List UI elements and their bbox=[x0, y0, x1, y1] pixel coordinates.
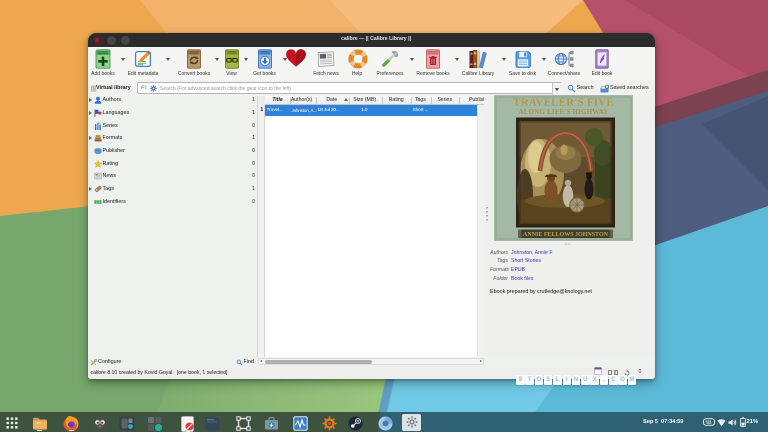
svg-text:ALONG LIFE'S HIGHWAY: ALONG LIFE'S HIGHWAY bbox=[518, 108, 608, 116]
svg-text:ANNIE FELLOWS JOHNSTON: ANNIE FELLOWS JOHNSTON bbox=[523, 232, 609, 238]
svg-text:TRAVELER'S FIVE: TRAVELER'S FIVE bbox=[513, 97, 614, 109]
